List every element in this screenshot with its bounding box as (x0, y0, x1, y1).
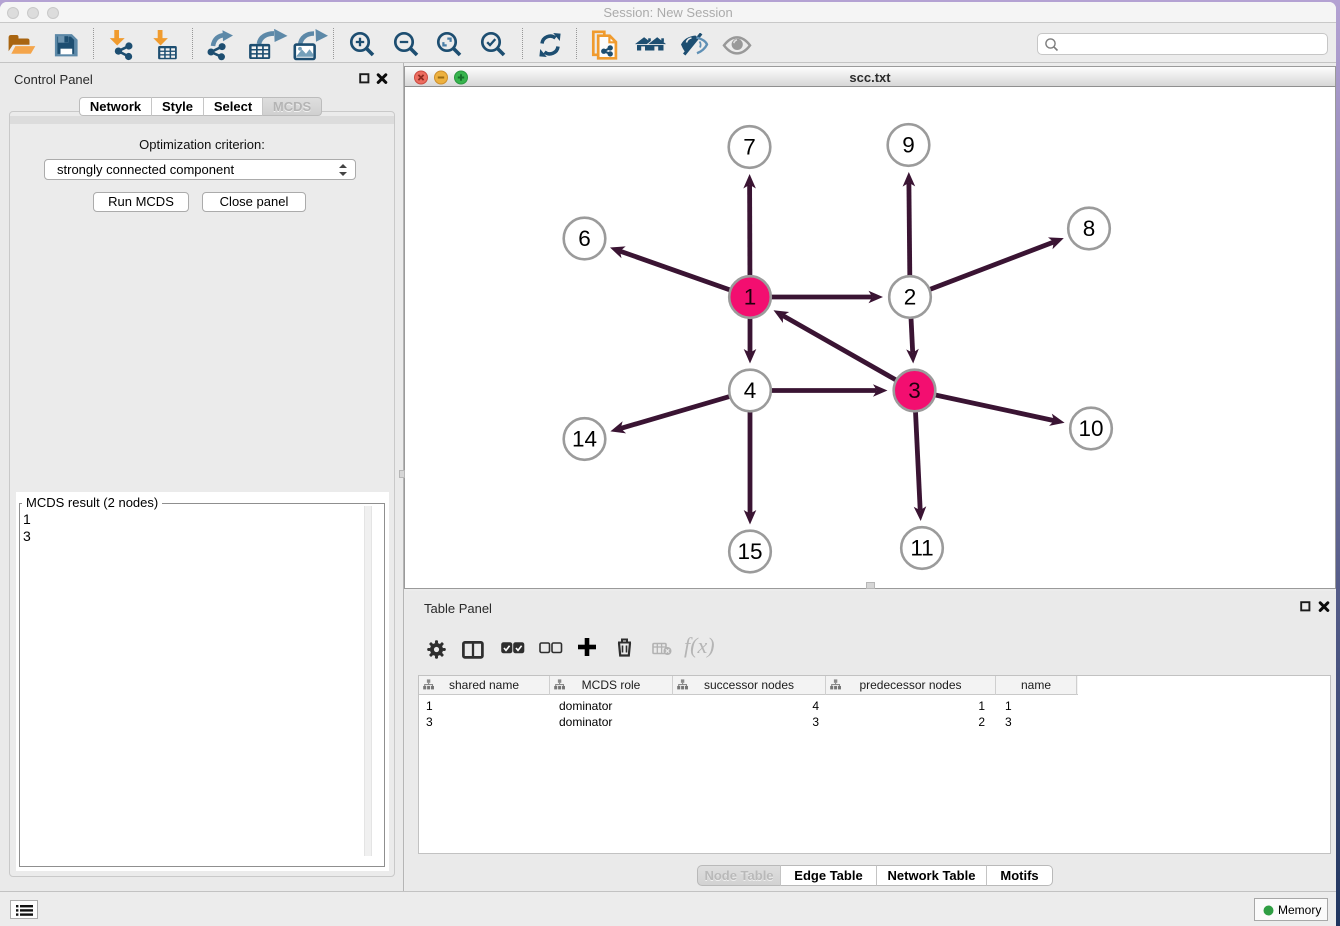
svg-text:11: 11 (910, 536, 933, 561)
svg-text:10: 10 (1078, 416, 1103, 441)
svg-text:2: 2 (904, 285, 917, 310)
svg-text:6: 6 (578, 226, 591, 251)
svg-text:4: 4 (744, 378, 757, 403)
svg-text:7: 7 (743, 135, 756, 160)
svg-text:3: 3 (908, 378, 921, 403)
svg-text:8: 8 (1083, 216, 1096, 241)
svg-text:1: 1 (744, 285, 757, 310)
svg-text:14: 14 (572, 427, 597, 452)
svg-text:9: 9 (902, 133, 915, 158)
svg-text:15: 15 (737, 539, 762, 564)
